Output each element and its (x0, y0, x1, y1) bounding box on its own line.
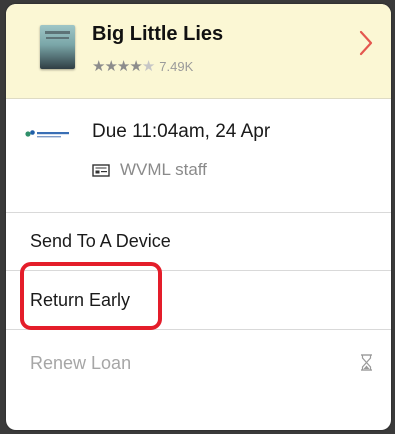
book-row[interactable]: Big Little Lies ★ ★ ★ ★ ★ 7.49K (6, 4, 391, 99)
rating-count: 7.49K (159, 58, 194, 74)
star-rating: ★ ★ ★ ★ ★ (92, 57, 155, 75)
library-card: WVML staff (92, 160, 207, 180)
renew-loan-label: Renew Loan (30, 352, 132, 373)
star-half-icon: ★ (141, 58, 155, 75)
return-early-label: Return Early (30, 289, 131, 310)
renew-loan-button[interactable]: Renew Loan (6, 330, 391, 396)
due-date: Due 11:04am, 24 Apr (92, 121, 271, 142)
hourglass-icon (361, 354, 372, 371)
card-name: WVML staff (120, 160, 207, 179)
star-icon: ★ (129, 58, 142, 75)
loan-options-sheet: Big Little Lies ★ ★ ★ ★ ★ 7.49K Due 11:0… (6, 4, 391, 430)
loan-due-row: Due 11:04am, 24 Apr WVML staff (6, 98, 391, 213)
return-early-button[interactable]: Return Early (6, 271, 391, 330)
library-logo (25, 130, 69, 138)
star-icon: ★ (92, 58, 105, 75)
star-icon: ★ (104, 58, 117, 75)
book-title: Big Little Lies (92, 23, 224, 45)
library-card-icon (92, 163, 110, 177)
send-to-device-button[interactable]: Send To A Device (6, 212, 391, 271)
star-icon: ★ (116, 58, 130, 75)
book-cover (40, 25, 75, 69)
send-to-device-label: Send To A Device (30, 230, 171, 251)
rating: ★ ★ ★ ★ ★ 7.49K (92, 57, 193, 75)
chevron-right-icon[interactable] (359, 30, 373, 56)
